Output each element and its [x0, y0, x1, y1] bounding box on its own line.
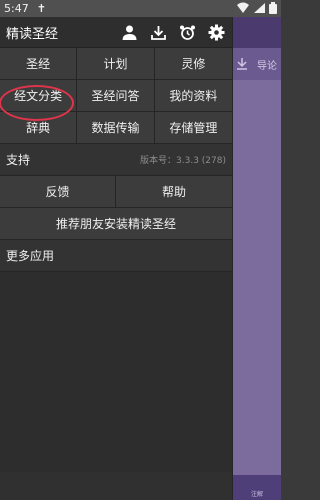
menu-plan[interactable]: 计划: [77, 48, 155, 80]
menu-bible[interactable]: 圣经: [0, 48, 78, 80]
background-app-body: [233, 80, 281, 475]
download-icon[interactable]: [149, 23, 168, 42]
drawer-header: 精读圣经: [0, 17, 232, 48]
menu-my-data[interactable]: 我的资料: [154, 80, 232, 112]
background-app-header: [233, 17, 281, 48]
alarm-clock-icon[interactable]: [178, 23, 197, 42]
status-time: 5:47: [4, 2, 29, 15]
signal-icon: [253, 2, 265, 14]
menu-bible-quiz[interactable]: 圣经问答: [77, 80, 155, 112]
support-buttons: 反馈 帮助: [0, 176, 232, 208]
main-menu-grid: 圣经 计划 灵修 经文分类 圣经问答 我的资料 辞典 数据传输 存储管理: [0, 48, 232, 144]
background-app-footer: 注解: [233, 475, 281, 500]
support-title: 支持: [6, 153, 31, 167]
navigation-drawer: 精读圣经 圣经 计划 灵修 经文分类 圣经问答 我的资料 辞典 数据传输 存储管…: [0, 17, 233, 500]
battery-icon: [269, 2, 277, 14]
person-icon[interactable]: [120, 23, 139, 42]
feedback-button[interactable]: 反馈: [0, 176, 116, 208]
tab-intro[interactable]: 导论: [257, 57, 277, 72]
menu-verse-categories[interactable]: 经文分类: [0, 80, 78, 112]
menu-devotion[interactable]: 灵修: [154, 48, 232, 80]
gear-icon[interactable]: [207, 23, 226, 42]
footer-label: 注解: [250, 491, 263, 498]
header-icons: [120, 23, 226, 42]
drawer-title: 精读圣经: [6, 26, 59, 42]
status-bar: 5:47 ✝: [0, 0, 281, 17]
more-apps-list: [0, 272, 232, 472]
cross-icon: ✝: [36, 2, 46, 15]
more-apps-header[interactable]: 更多应用: [0, 240, 232, 272]
wifi-icon: [237, 2, 249, 14]
support-section-header: 支持 版本号：3.3.3 (278): [0, 144, 232, 176]
background-app[interactable]: 导论 注解: [233, 17, 281, 500]
menu-storage-management[interactable]: 存储管理: [154, 112, 232, 144]
help-button[interactable]: 帮助: [116, 176, 232, 208]
recommend-button[interactable]: 推荐朋友安装精读圣经: [0, 208, 232, 240]
version-label: 版本号：3.3.3 (278): [140, 156, 226, 166]
status-icons: [237, 2, 277, 14]
download-icon: [235, 57, 249, 71]
menu-data-transfer[interactable]: 数据传输: [77, 112, 155, 144]
menu-dictionary[interactable]: 辞典: [0, 112, 78, 144]
background-app-tabs: 导论: [233, 48, 281, 80]
